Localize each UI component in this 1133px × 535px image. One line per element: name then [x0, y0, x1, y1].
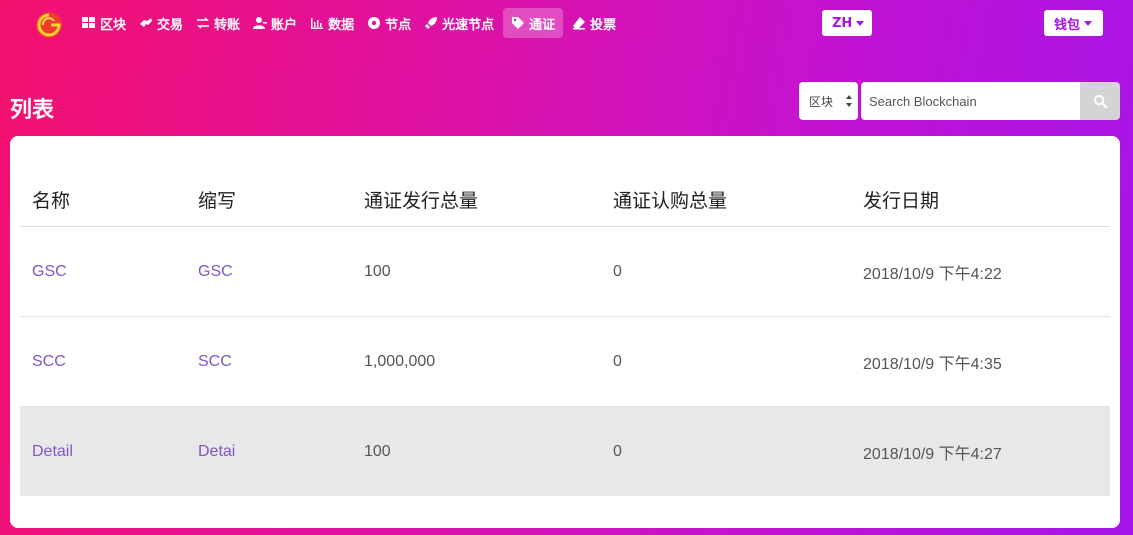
column-header-abbr: 缩写	[186, 172, 352, 227]
caret-down-icon	[1084, 20, 1093, 26]
caret-down-icon	[856, 20, 865, 26]
token-abbr-link[interactable]: Detai	[186, 406, 352, 496]
search-type-value: 区块	[809, 94, 834, 109]
nav-item-label: 通证	[529, 17, 556, 33]
token-name-link[interactable]: Detail	[20, 406, 186, 496]
table-row: GSC GSC 100 0 2018/10/9 下午4:22	[20, 226, 1110, 317]
nav-item-transactions[interactable]: 交易	[135, 8, 187, 38]
issue-date-cell: 2018/10/9 下午4:22	[851, 226, 1110, 317]
table-header-row: 名称 缩写 通证发行总量 通证认购总量 发行日期	[20, 172, 1110, 227]
nav-item-label: 交易	[157, 17, 184, 33]
nav-item-label: 数据	[328, 17, 355, 33]
column-header-issue-date: 发行日期	[851, 172, 1110, 227]
table-row: SCC SCC 1,000,000 0 2018/10/9 下午4:35	[20, 316, 1110, 407]
nav-item-label: 投票	[590, 17, 617, 33]
table-row: Detail Detai 100 0 2018/10/9 下午4:27	[20, 406, 1110, 496]
main-nav: 区块 交易 转账 账户 数据 节点 光速节点 通证 投票	[78, 8, 625, 38]
language-label: ZH	[832, 15, 853, 31]
token-name-link[interactable]: GSC	[20, 226, 186, 317]
grid-icon	[82, 16, 96, 30]
search-button[interactable]	[1080, 82, 1120, 120]
nav-item-nodes[interactable]: 节点	[363, 8, 415, 38]
eraser-icon	[572, 16, 586, 30]
nav-item-label: 转账	[214, 17, 241, 33]
total-subscribed-cell: 0	[601, 406, 851, 496]
token-abbr-link[interactable]: SCC	[186, 316, 352, 407]
total-issued-cell: 100	[352, 226, 601, 317]
nav-item-tokens[interactable]: 通证	[503, 8, 564, 38]
column-header-total-issued: 通证发行总量	[352, 172, 601, 227]
nav-item-transfers[interactable]: 转账	[192, 8, 244, 38]
wallet-dropdown-button[interactable]: 钱包	[1044, 10, 1103, 36]
total-issued-cell: 100	[352, 406, 601, 496]
column-header-total-subscribed: 通证认购总量	[601, 172, 851, 227]
total-subscribed-cell: 0	[601, 316, 851, 407]
page-title: 列表	[10, 98, 55, 123]
token-list-card: 名称 缩写 通证发行总量 通证认购总量 发行日期 GSC GSC 100 0 2…	[10, 136, 1120, 528]
nav-item-lightspeed-nodes[interactable]: 光速节点	[420, 8, 498, 38]
tag-icon	[511, 16, 525, 30]
exchange-icon	[196, 16, 210, 30]
token-name-link[interactable]: SCC	[20, 316, 186, 407]
nav-item-blocks[interactable]: 区块	[78, 8, 130, 38]
issue-date-cell: 2018/10/9 下午4:35	[851, 316, 1110, 407]
search-icon	[1093, 94, 1107, 108]
nav-item-data[interactable]: 数据	[306, 8, 358, 38]
handshake-icon	[139, 16, 153, 30]
token-table: 名称 缩写 通证发行总量 通证认购总量 发行日期 GSC GSC 100 0 2…	[20, 172, 1110, 496]
nav-item-accounts[interactable]: 账户	[249, 8, 301, 38]
search-type-select[interactable]: 区块	[799, 82, 858, 120]
bar-chart-icon	[310, 16, 324, 30]
select-arrows-icon	[846, 95, 852, 107]
total-issued-cell: 1,000,000	[352, 316, 601, 407]
token-abbr-link[interactable]: GSC	[186, 226, 352, 317]
total-subscribed-cell: 0	[601, 226, 851, 317]
nav-item-label: 光速节点	[442, 17, 495, 33]
nav-item-voting[interactable]: 投票	[568, 8, 620, 38]
nav-item-label: 账户	[271, 17, 298, 33]
logo-icon[interactable]	[34, 10, 64, 40]
wallet-label: 钱包	[1054, 17, 1081, 33]
rocket-icon	[424, 16, 438, 30]
language-dropdown-button[interactable]: ZH	[822, 10, 872, 36]
node-circle-icon	[367, 16, 381, 30]
column-header-name: 名称	[20, 172, 186, 227]
search-input[interactable]	[861, 82, 1080, 120]
user-icon	[253, 16, 268, 30]
nav-item-label: 区块	[100, 17, 127, 33]
nav-item-label: 节点	[385, 17, 412, 33]
issue-date-cell: 2018/10/9 下午4:27	[851, 406, 1110, 496]
